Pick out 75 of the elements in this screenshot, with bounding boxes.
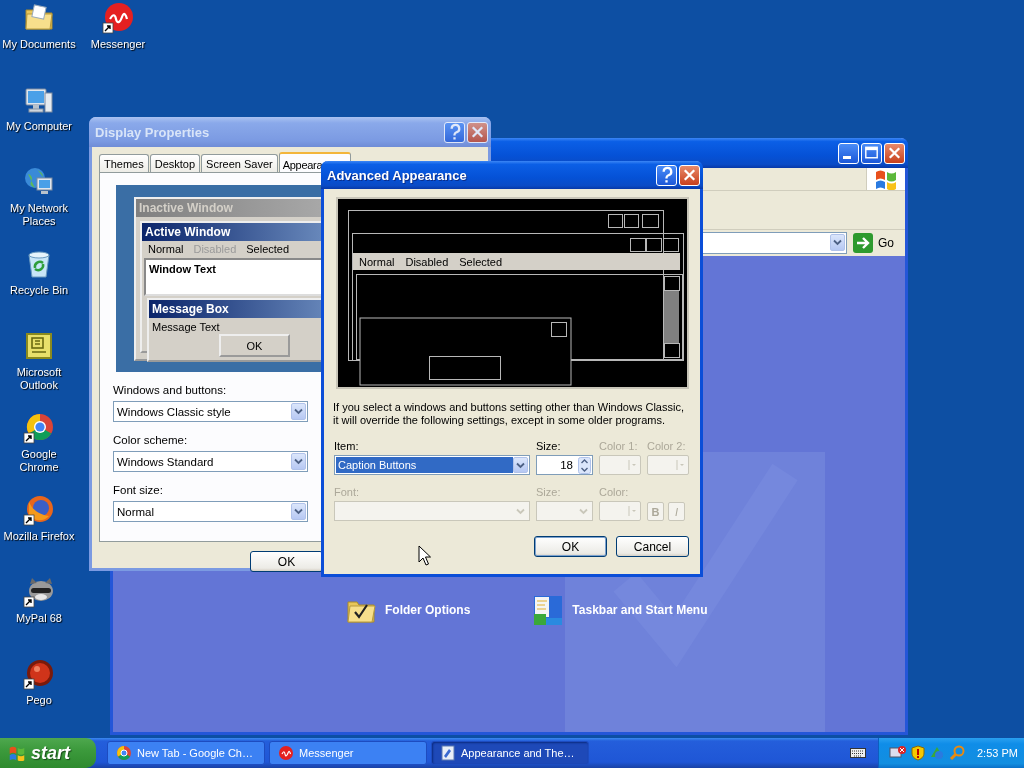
caret-down-icon xyxy=(628,459,637,471)
round-logo-icon[interactable] xyxy=(23,412,55,444)
window-title: Display Properties xyxy=(95,124,210,140)
icon-label[interactable]: My Network Places xyxy=(1,202,77,228)
minimize-button[interactable] xyxy=(838,142,859,164)
field-label: Color scheme: xyxy=(113,434,188,448)
chevron-down-icon xyxy=(294,458,303,465)
close-button[interactable] xyxy=(679,164,700,186)
field-label: Size: xyxy=(536,440,562,453)
ball-icon[interactable] xyxy=(23,658,55,690)
chevron-down-icon xyxy=(579,507,588,515)
dropdown[interactable]: Windows Classic style xyxy=(113,401,308,422)
arrow-right-icon xyxy=(853,233,873,253)
field-label: Font size: xyxy=(113,484,163,498)
app-logo-icon[interactable] xyxy=(102,2,134,34)
field-label: Color: xyxy=(599,486,630,499)
dropdown[interactable]: Normal xyxy=(113,501,308,522)
windows-logo-icon xyxy=(8,745,26,761)
icon-label[interactable]: Recycle Bin xyxy=(1,284,77,297)
icon-label[interactable]: Pego xyxy=(1,694,77,707)
field-label: Color 2: xyxy=(647,440,687,453)
tab[interactable]: Screen Saver xyxy=(201,154,278,173)
icon-label[interactable]: My Computer xyxy=(1,120,77,133)
minimize-icon xyxy=(842,155,851,159)
raccoon-icon[interactable] xyxy=(23,576,55,608)
close-button[interactable] xyxy=(884,142,905,164)
keyboard-icon[interactable] xyxy=(850,747,866,759)
taskbar-button[interactable]: New Tab - Google Ch… xyxy=(107,741,265,765)
task-link[interactable]: Folder Options xyxy=(345,594,471,626)
spin-arrows-icon xyxy=(578,456,591,474)
message-text: Message Text xyxy=(151,320,221,333)
windows-logo-icon xyxy=(874,168,898,190)
clock: 2:53 PM xyxy=(977,747,1018,759)
window-brush-icon xyxy=(440,745,456,761)
spin-box[interactable]: 18 xyxy=(536,455,593,475)
icon-label[interactable]: Messenger xyxy=(80,38,156,51)
mouse-pointer-icon xyxy=(418,545,431,566)
chevron-down-icon xyxy=(516,461,525,469)
icon-label[interactable]: MyPal 68 xyxy=(1,612,77,625)
dropdown[interactable]: Windows Standard xyxy=(113,451,308,472)
field-label: Windows and buttons: xyxy=(113,384,227,398)
taskbar-button[interactable]: Messenger xyxy=(269,741,427,765)
ok-button[interactable]: OK xyxy=(250,551,323,572)
cancel-button[interactable]: Cancel xyxy=(616,536,689,557)
icon-label[interactable]: My Documents xyxy=(1,38,77,51)
app-logo-icon xyxy=(278,745,294,761)
calendar-icon[interactable] xyxy=(23,330,55,362)
ok-button[interactable]: OK xyxy=(219,334,290,357)
flame-globe-icon[interactable] xyxy=(23,494,55,526)
go-button[interactable]: Go xyxy=(853,233,897,253)
caret-down-icon xyxy=(628,505,637,517)
taskbar-window-icon xyxy=(532,594,565,626)
chevron-down-icon xyxy=(294,408,303,415)
field-label: Color 1: xyxy=(599,440,639,453)
icon-label[interactable]: Google Chrome xyxy=(1,448,77,474)
icon-label[interactable]: Microsoft Outlook xyxy=(1,366,77,392)
ok-button[interactable]: OK xyxy=(534,536,607,557)
caret-down-icon xyxy=(676,459,685,471)
round-logo-icon xyxy=(116,745,132,761)
field-label: Font: xyxy=(334,486,361,499)
chevron-down-icon xyxy=(516,507,525,515)
start-button[interactable]: start xyxy=(0,738,96,768)
maximize-button[interactable] xyxy=(861,142,882,164)
dropdown[interactable]: Caption Buttons xyxy=(334,455,530,475)
chevron-down-icon xyxy=(294,508,303,515)
chevron-down-icon xyxy=(833,239,842,246)
field-label: Item: xyxy=(334,440,360,453)
field-label: Size: xyxy=(536,486,562,499)
help-button[interactable] xyxy=(656,164,677,186)
window-text: Window Text xyxy=(149,263,216,275)
taskbar-button[interactable]: Appearance and The… xyxy=(431,741,589,765)
description-text: If you select a windows and buttons setting other than Windows Classic, it will override the following settings, except in some older programs. xyxy=(333,401,685,427)
icon-label[interactable]: Mozilla Firefox xyxy=(1,530,77,543)
network-alert-icon[interactable] xyxy=(889,745,907,761)
shield-icon[interactable] xyxy=(911,745,925,761)
